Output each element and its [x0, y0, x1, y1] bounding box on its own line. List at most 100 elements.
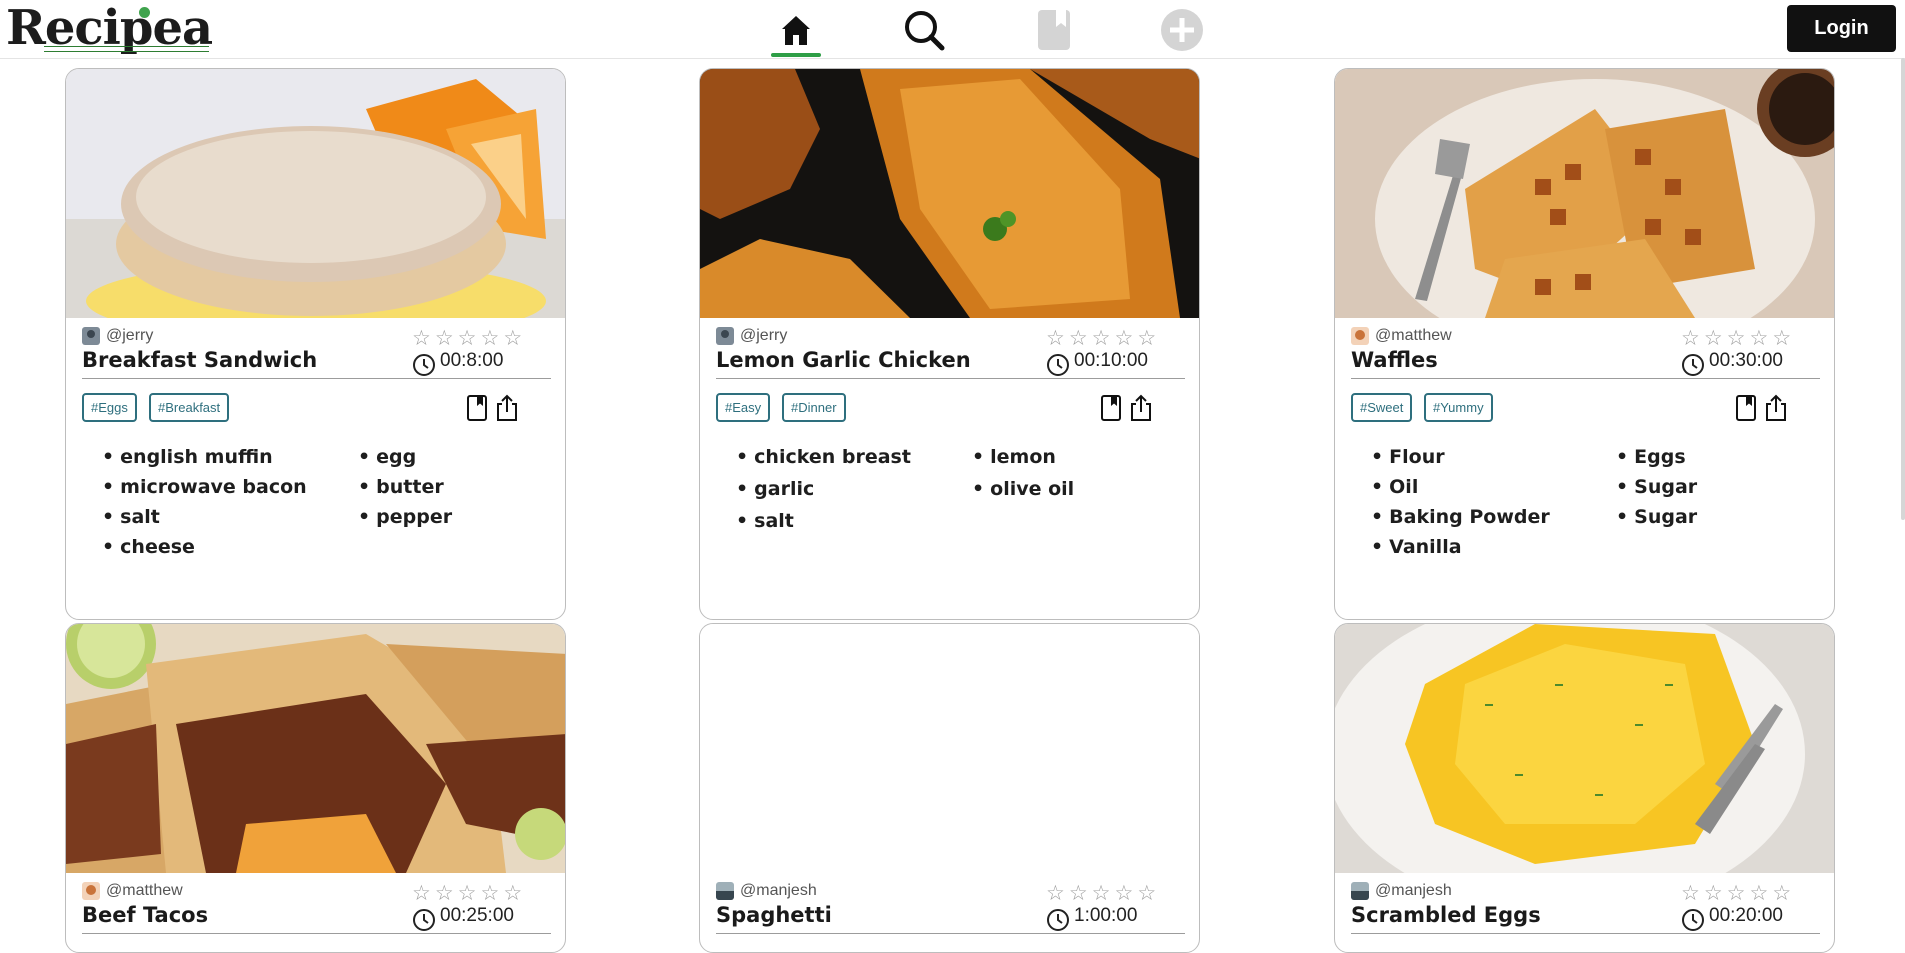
cook-time: 00:8:00: [440, 350, 504, 371]
recipe-title[interactable]: Scrambled Eggs: [1351, 903, 1541, 927]
star-icon[interactable]: ☆: [435, 327, 454, 349]
rating-stars[interactable]: ☆ ☆ ☆ ☆ ☆: [412, 882, 522, 904]
recipe-card[interactable]: @jerry ☆ ☆ ☆ ☆ ☆ Lemon Garlic Chicken 00:10:…: [699, 68, 1200, 620]
recipe-title[interactable]: Breakfast Sandwich: [82, 348, 317, 372]
nav-home[interactable]: [771, 8, 821, 52]
share-icon[interactable]: [494, 393, 520, 423]
nav-saved[interactable]: [1029, 8, 1079, 52]
star-icon[interactable]: ☆: [1727, 327, 1746, 349]
star-icon[interactable]: ☆: [412, 882, 431, 904]
tag-chip[interactable]: #Dinner: [782, 393, 846, 422]
star-icon[interactable]: ☆: [1114, 882, 1133, 904]
bookmark-icon[interactable]: [1099, 393, 1125, 423]
star-icon[interactable]: ☆: [1137, 327, 1156, 349]
recipe-author[interactable]: @jerry: [82, 327, 153, 345]
recipe-photo: [1335, 69, 1834, 318]
recipe-card[interactable]: @jerry ☆ ☆ ☆ ☆ ☆ Breakfast Sandwich 00:8:00 …: [65, 68, 566, 620]
rating-stars[interactable]: ☆ ☆ ☆ ☆ ☆: [1046, 327, 1156, 349]
ingredient-item: egg: [358, 446, 416, 468]
star-icon[interactable]: ☆: [1114, 327, 1133, 349]
star-icon[interactable]: ☆: [1704, 327, 1723, 349]
recipe-author[interactable]: @matthew: [1351, 327, 1452, 345]
ingredient-item: salt: [736, 510, 794, 532]
star-icon[interactable]: ☆: [1749, 882, 1768, 904]
tag-chip[interactable]: #Easy: [716, 393, 771, 422]
tag-chip[interactable]: #Breakfast: [149, 393, 230, 422]
star-icon[interactable]: ☆: [1681, 882, 1700, 904]
star-icon[interactable]: ☆: [458, 327, 477, 349]
nav-create[interactable]: [1157, 8, 1207, 52]
recipe-author[interactable]: @jerry: [716, 327, 787, 345]
recipe-card[interactable]: @manjesh ☆ ☆ ☆ ☆ ☆ Scrambled Eggs 00:20:00: [1334, 623, 1835, 953]
recipe-title[interactable]: Lemon Garlic Chicken: [716, 348, 971, 372]
rating-stars[interactable]: ☆ ☆ ☆ ☆ ☆: [412, 327, 522, 349]
page-scrollbar[interactable]: [1901, 58, 1905, 520]
ingredient-item: Oil: [1371, 476, 1418, 498]
ingredient-item: Vanilla: [1371, 536, 1461, 558]
star-icon[interactable]: ☆: [503, 882, 522, 904]
home-icon: [782, 16, 810, 45]
tag-chip[interactable]: #Yummy: [1424, 393, 1493, 422]
cook-time: 00:30:00: [1709, 350, 1783, 371]
star-icon[interactable]: ☆: [1069, 327, 1088, 349]
ingredient-item: Eggs: [1616, 446, 1686, 468]
author-handle: @jerry: [106, 327, 154, 344]
recipe-author[interactable]: @manjesh: [1351, 882, 1452, 900]
recipe-photo-placeholder: [700, 624, 1199, 873]
login-button[interactable]: Login: [1787, 5, 1896, 52]
author-handle: @matthew: [1375, 327, 1452, 344]
share-icon[interactable]: [1128, 393, 1154, 423]
ingredient-item: Sugar: [1616, 476, 1697, 498]
star-icon[interactable]: ☆: [480, 327, 499, 349]
tag-chip[interactable]: #Eggs: [82, 393, 137, 422]
recipe-card[interactable]: @manjesh ☆ ☆ ☆ ☆ ☆ Spaghetti 1:00:00: [699, 623, 1200, 953]
recipe-title[interactable]: Beef Tacos: [82, 903, 208, 927]
top-navigation-bar: Recipea Login: [0, 0, 1905, 59]
star-icon[interactable]: ☆: [435, 882, 454, 904]
rating-stars[interactable]: ☆ ☆ ☆ ☆ ☆: [1681, 882, 1791, 904]
star-icon[interactable]: ☆: [1046, 327, 1065, 349]
bookmark-icon[interactable]: [1734, 393, 1760, 423]
nav-search[interactable]: [899, 8, 949, 52]
star-icon[interactable]: ☆: [1772, 882, 1791, 904]
star-icon[interactable]: ☆: [503, 327, 522, 349]
star-icon[interactable]: ☆: [458, 882, 477, 904]
tag-chip[interactable]: #Sweet: [1351, 393, 1413, 422]
star-icon[interactable]: ☆: [1749, 327, 1768, 349]
divider: [1351, 933, 1820, 934]
star-icon[interactable]: ☆: [412, 327, 431, 349]
star-icon[interactable]: ☆: [1092, 327, 1111, 349]
ingredient-item: Baking Powder: [1371, 506, 1550, 528]
author-handle: @manjesh: [1375, 882, 1452, 899]
star-icon[interactable]: ☆: [1772, 327, 1791, 349]
star-icon[interactable]: ☆: [1069, 882, 1088, 904]
ingredient-item: butter: [358, 476, 444, 498]
star-icon[interactable]: ☆: [1092, 882, 1111, 904]
clock-icon: [1047, 909, 1069, 931]
divider: [716, 378, 1185, 379]
logo-dot: [139, 7, 150, 18]
star-icon[interactable]: ☆: [1727, 882, 1746, 904]
nav-active-indicator: [771, 53, 821, 57]
divider: [82, 378, 551, 379]
share-icon[interactable]: [1763, 393, 1789, 423]
star-icon[interactable]: ☆: [1704, 882, 1723, 904]
star-icon[interactable]: ☆: [480, 882, 499, 904]
recipe-title[interactable]: Waffles: [1351, 348, 1438, 372]
recipe-author[interactable]: @matthew: [82, 882, 183, 900]
star-icon[interactable]: ☆: [1681, 327, 1700, 349]
ingredient-item: olive oil: [972, 478, 1074, 500]
recipe-author[interactable]: @manjesh: [716, 882, 817, 900]
ingredient-item: microwave bacon: [102, 476, 307, 498]
recipe-title[interactable]: Spaghetti: [716, 903, 832, 927]
ingredient-item: Sugar: [1616, 506, 1697, 528]
recipe-photo: [1335, 624, 1834, 873]
bookmark-icon[interactable]: [465, 393, 491, 423]
star-icon[interactable]: ☆: [1137, 882, 1156, 904]
star-icon[interactable]: ☆: [1046, 882, 1065, 904]
avatar: [716, 327, 734, 345]
rating-stars[interactable]: ☆ ☆ ☆ ☆ ☆: [1681, 327, 1791, 349]
recipe-card[interactable]: @matthew ☆ ☆ ☆ ☆ ☆ Waffles 00:30:00 #Sweet #…: [1334, 68, 1835, 620]
rating-stars[interactable]: ☆ ☆ ☆ ☆ ☆: [1046, 882, 1156, 904]
recipe-card[interactable]: @matthew ☆ ☆ ☆ ☆ ☆ Beef Tacos 00:25:00: [65, 623, 566, 953]
